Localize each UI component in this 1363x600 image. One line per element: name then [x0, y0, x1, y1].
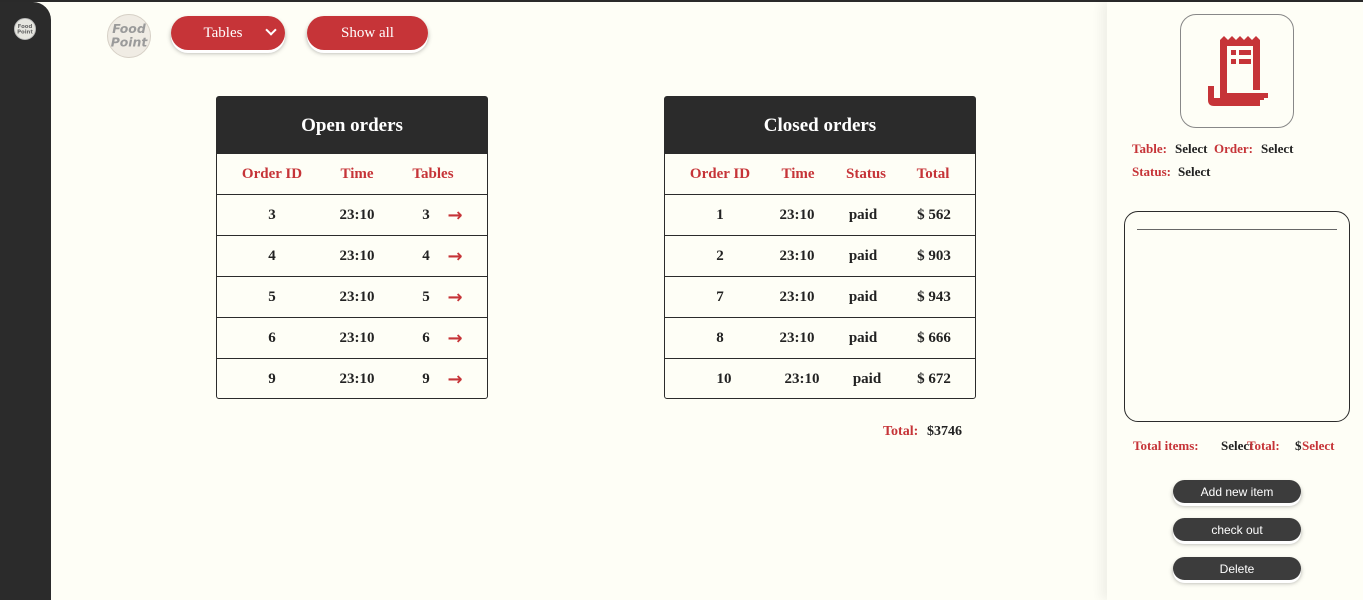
status-cell: paid — [848, 288, 878, 305]
column-header: Total — [916, 165, 950, 182]
order-label: Order: — [1214, 141, 1253, 156]
arrow-right-icon[interactable]: → — [443, 277, 467, 317]
open-order-row[interactable]: 3 23:10 3 → — [217, 195, 487, 236]
svg-text:Point: Point — [17, 30, 33, 36]
closed-order-row[interactable]: 8 23:10 paid $ 666 — [665, 318, 975, 359]
mini-logo-icon[interactable]: Food Point — [14, 18, 36, 40]
column-header: Order ID — [241, 165, 303, 182]
total-cell: $ 562 — [917, 206, 951, 223]
open-order-row[interactable]: 9 23:10 9 → — [217, 359, 487, 400]
closed-orders-header: Order ID Time Status Total — [665, 154, 975, 195]
total-cell: $ 903 — [917, 247, 951, 264]
table-cell: 3 — [422, 206, 430, 223]
chevron-down-icon — [265, 24, 277, 36]
status-cell: paid — [848, 247, 878, 264]
order-id-cell: 2 — [716, 247, 724, 264]
order-id-cell: 9 — [268, 371, 276, 387]
status-value[interactable]: Select — [1178, 164, 1210, 180]
open-orders-table: Open orders Order ID Time Tables 3 23:10 3… — [216, 96, 488, 399]
time-cell: 23:10 — [339, 329, 375, 346]
arrow-right-icon[interactable]: → — [443, 359, 467, 400]
open-orders-title: Open orders — [217, 97, 487, 154]
closed-total-label: Total: — [883, 424, 919, 439]
closed-order-row[interactable]: 7 23:10 paid $ 943 — [665, 277, 975, 318]
sidebar-total-currency: $ — [1295, 438, 1302, 453]
time-cell: 23:10 — [779, 288, 815, 305]
table-value[interactable]: Select — [1175, 141, 1207, 157]
status-cell: paid — [848, 329, 878, 346]
status-cell: paid — [848, 206, 878, 223]
order-id-cell: 8 — [716, 329, 724, 346]
show-all-label: Show all — [341, 24, 394, 41]
divider — [1137, 229, 1337, 230]
add-new-item-button[interactable]: Add new item — [1173, 480, 1301, 503]
receipt-icon-box — [1180, 14, 1294, 128]
table-cell: 6 — [422, 329, 430, 346]
delete-label: Delete — [1219, 561, 1255, 576]
open-orders-header: Order ID Time Tables — [217, 154, 487, 195]
arrow-right-icon[interactable]: → — [443, 318, 467, 358]
delete-button[interactable]: Delete — [1173, 557, 1301, 580]
order-id-cell: 7 — [716, 288, 724, 305]
time-cell: 23:10 — [339, 288, 375, 305]
order-detail-panel: Table: Select Order: Select Status: Sele… — [1107, 2, 1363, 600]
table-label: Table: — [1132, 141, 1167, 156]
total-cell: $ 943 — [917, 288, 951, 305]
time-cell: 23:10 — [779, 329, 815, 346]
open-order-row[interactable]: 6 23:10 6 → — [217, 318, 487, 359]
table-cell: 5 — [422, 288, 430, 305]
arrow-right-icon[interactable]: → — [443, 236, 467, 276]
checkout-label: check out — [1211, 522, 1263, 537]
order-id-cell: 4 — [268, 247, 276, 264]
tables-select-label: Tables — [203, 24, 243, 41]
time-cell: 23:10 — [339, 247, 375, 264]
total-cell: $ 672 — [917, 371, 951, 387]
table-cell: 4 — [422, 247, 430, 264]
closed-orders-title: Closed orders — [665, 97, 975, 154]
arrow-right-icon[interactable]: → — [443, 195, 467, 235]
checkout-button[interactable]: check out — [1173, 518, 1301, 541]
column-header: Time — [340, 165, 374, 182]
column-header: Status — [845, 165, 886, 182]
status-label: Status: — [1132, 164, 1172, 179]
column-header: Tables — [412, 165, 454, 182]
show-all-button[interactable]: Show all — [307, 16, 428, 50]
time-cell: 23:10 — [339, 371, 375, 387]
closed-order-row[interactable]: 1 23:10 paid $ 562 — [665, 195, 975, 236]
order-id-cell: 5 — [268, 288, 276, 305]
order-id-cell: 1 — [716, 206, 724, 223]
closed-orders-table: Closed orders Order ID Time Status Total… — [664, 96, 976, 399]
order-id-cell: 6 — [268, 329, 276, 346]
receipt-icon — [1208, 36, 1268, 106]
table-cell: 9 — [422, 371, 430, 387]
closed-order-row[interactable]: 2 23:10 paid $ 903 — [665, 236, 975, 277]
order-items-list[interactable] — [1124, 211, 1350, 422]
status-cell: paid — [852, 371, 882, 387]
add-new-item-label: Add new item — [1200, 484, 1274, 499]
open-order-row[interactable]: 5 23:10 5 → — [217, 277, 487, 318]
food-point-logo[interactable]: Food Point — [107, 14, 151, 58]
total-items-label: Total items: — [1133, 438, 1199, 453]
total-cell: $ 666 — [917, 329, 951, 346]
left-sidebar: Food Point — [0, 2, 51, 600]
column-header: Time — [781, 165, 815, 182]
sidebar-total-label: Total: — [1247, 438, 1280, 453]
order-id-cell: 10 — [716, 371, 732, 387]
order-value[interactable]: Select — [1261, 141, 1293, 157]
time-cell: 23:10 — [339, 206, 375, 223]
svg-text:Point: Point — [111, 35, 149, 50]
tables-select[interactable]: Tables — [171, 16, 285, 50]
sidebar-total-value: Select — [1302, 438, 1335, 453]
closed-order-row[interactable]: 10 23:10 paid $ 672 — [665, 359, 975, 400]
time-cell: 23:10 — [779, 247, 815, 264]
column-header: Order ID — [689, 165, 751, 182]
time-cell: 23:10 — [784, 371, 820, 387]
closed-total-value: $3746 — [927, 424, 962, 439]
open-order-row[interactable]: 4 23:10 4 → — [217, 236, 487, 277]
time-cell: 23:10 — [779, 206, 815, 223]
order-id-cell: 3 — [268, 206, 276, 223]
